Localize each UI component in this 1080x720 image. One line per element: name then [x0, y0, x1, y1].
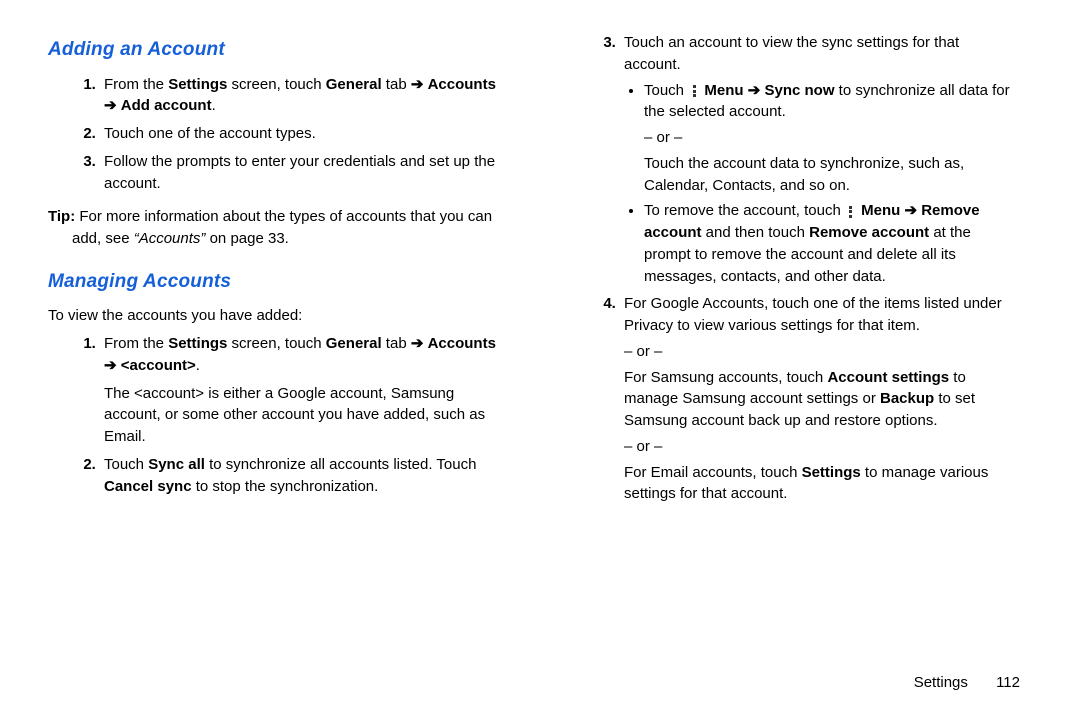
tip-block: Tip: For more information about the type…: [48, 206, 498, 250]
step-1: From the Settings screen, touch General …: [100, 74, 498, 118]
adding-steps: From the Settings screen, touch General …: [48, 74, 498, 195]
managing-steps: From the Settings screen, touch General …: [48, 333, 498, 497]
step3-bullets: Touch Menu ➔ Sync now to synchronize all…: [624, 80, 1018, 288]
step-2: Touch Sync all to synchronize all accoun…: [100, 454, 498, 498]
bullet-remove: To remove the account, touch Menu ➔ Remo…: [644, 200, 1018, 287]
arrow-icon: ➔: [904, 202, 917, 219]
step-2: Touch one of the account types.: [100, 123, 498, 145]
arrow-icon: ➔: [104, 97, 117, 114]
page-number: 112: [996, 674, 1020, 691]
arrow-icon: ➔: [411, 76, 424, 93]
step-1: From the Settings screen, touch General …: [100, 333, 498, 448]
arrow-icon: ➔: [748, 82, 761, 99]
step-3: Follow the prompts to enter your credent…: [100, 151, 498, 195]
menu-icon: [847, 204, 855, 218]
right-column: Touch an account to view the sync settin…: [568, 32, 1018, 652]
managing-intro: To view the accounts you have added:: [48, 305, 498, 327]
step-3: Touch an account to view the sync settin…: [620, 32, 1018, 287]
bullet-sync: Touch Menu ➔ Sync now to synchronize all…: [644, 80, 1018, 197]
menu-icon: [690, 84, 698, 98]
heading-managing-accounts: Managing Accounts: [48, 268, 498, 296]
page-footer: Settings 112: [914, 672, 1020, 694]
arrow-icon: ➔: [104, 357, 117, 374]
step-4: For Google Accounts, touch one of the it…: [620, 293, 1018, 505]
tip-label: Tip:: [48, 208, 75, 225]
arrow-icon: ➔: [411, 335, 424, 352]
managing-steps-contd: Touch an account to view the sync settin…: [568, 32, 1018, 505]
left-column: Adding an Account From the Settings scre…: [48, 32, 498, 652]
heading-adding-account: Adding an Account: [48, 36, 498, 64]
footer-section: Settings: [914, 674, 968, 691]
